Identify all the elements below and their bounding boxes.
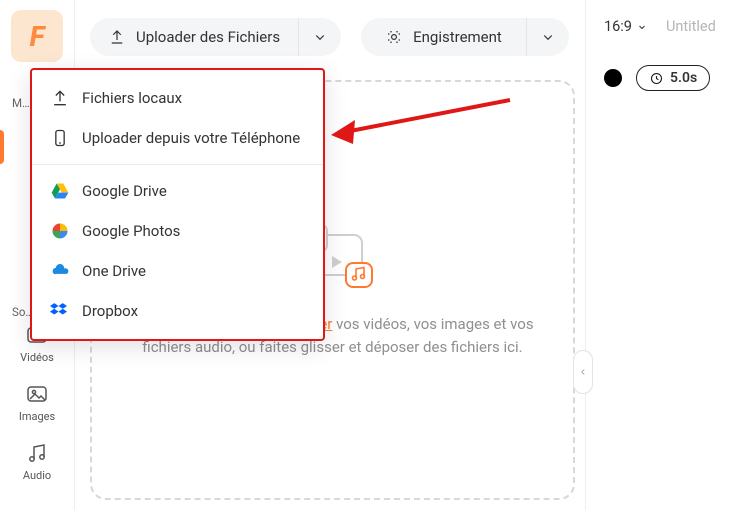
onedrive-icon	[50, 261, 70, 281]
clock-icon	[649, 71, 664, 86]
menu-item-google-photos[interactable]: Google Photos	[32, 211, 323, 251]
upload-sources-menu: Fichiers locaux Uploader depuis votre Té…	[30, 68, 325, 341]
aspect-ratio-value: 16:9	[604, 18, 632, 35]
chevron-left-icon	[578, 366, 588, 378]
rail-item-images[interactable]: Images	[0, 382, 74, 423]
project-title[interactable]: Untitled	[666, 18, 716, 35]
upload-files-button[interactable]: Uploader des Fichiers	[90, 18, 299, 56]
right-panel-header: 16:9 Untitled	[604, 18, 738, 35]
color-swatch[interactable]	[604, 69, 622, 87]
audio-note-icon	[25, 441, 49, 465]
duration-value: 5.0s	[670, 70, 697, 86]
phone-icon	[50, 128, 70, 148]
image-icon	[25, 382, 49, 406]
menu-label: Google Photos	[82, 222, 180, 240]
menu-item-local-files[interactable]: Fichiers locaux	[32, 78, 323, 118]
right-panel: 16:9 Untitled 5.0s	[585, 0, 750, 510]
chevron-down-icon	[636, 21, 648, 33]
menu-separator	[32, 164, 323, 165]
panel-collapse-handle[interactable]	[573, 350, 593, 394]
menu-label: Google Drive	[82, 182, 167, 200]
rail-active-indicator	[0, 130, 4, 164]
aspect-ratio-select[interactable]: 16:9	[604, 18, 648, 35]
menu-label: Fichiers locaux	[82, 89, 182, 107]
record-button[interactable]: Engistrement	[361, 18, 527, 56]
upload-button-group: Uploader des Fichiers	[90, 18, 341, 56]
rail-trunc-label-1: M…	[12, 96, 30, 110]
upload-icon	[50, 88, 70, 108]
chevron-down-icon	[539, 28, 557, 46]
menu-label: Dropbox	[82, 302, 138, 320]
menu-item-onedrive[interactable]: One Drive	[32, 251, 323, 291]
upload-icon	[108, 28, 126, 46]
record-dropdown-toggle[interactable]	[527, 18, 569, 56]
menu-item-dropbox[interactable]: Dropbox	[32, 291, 323, 331]
menu-item-google-drive[interactable]: Google Drive	[32, 171, 323, 211]
google-drive-icon	[50, 181, 70, 201]
record-button-group: Engistrement	[361, 18, 569, 56]
duration-chip[interactable]: 5.0s	[636, 65, 710, 91]
upload-label: Uploader des Fichiers	[136, 28, 280, 46]
dropbox-icon	[50, 301, 70, 321]
toolbar: Uploader des Fichiers Engistrement	[90, 18, 569, 56]
rail-label: Images	[19, 410, 55, 423]
menu-label: One Drive	[82, 262, 146, 280]
app-logo: F	[11, 10, 63, 62]
upload-dropdown-toggle[interactable]	[299, 18, 341, 56]
google-photos-icon	[50, 221, 70, 241]
record-screen-icon	[385, 28, 403, 46]
menu-item-from-phone[interactable]: Uploader depuis votre Téléphone	[32, 118, 323, 158]
rail-label: Vidéos	[20, 351, 54, 364]
chevron-down-icon	[311, 28, 329, 46]
rail-label: Audio	[23, 469, 51, 482]
menu-label: Uploader depuis votre Téléphone	[82, 129, 300, 147]
record-label: Engistrement	[413, 28, 502, 46]
rail-item-audio[interactable]: Audio	[0, 441, 74, 482]
